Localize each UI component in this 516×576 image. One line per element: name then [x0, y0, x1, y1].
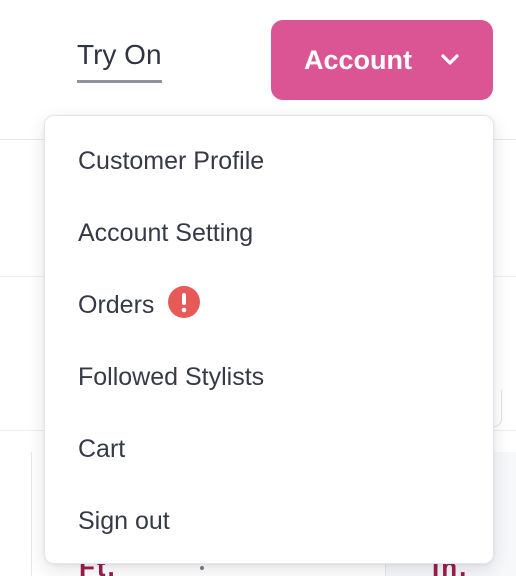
account-button-label: Account	[304, 45, 412, 75]
menu-item-label: Sign out	[78, 507, 170, 535]
menu-item-label: Followed Stylists	[78, 363, 265, 391]
account-menu-button[interactable]: Account	[271, 20, 493, 100]
menu-item-cart[interactable]: Cart	[45, 413, 493, 485]
menu-item-sign-out[interactable]: Sign out	[45, 485, 493, 557]
background-card-edge	[493, 390, 502, 427]
menu-item-label: Cart	[78, 435, 126, 463]
menu-item-account-setting[interactable]: Account Setting	[45, 197, 493, 269]
account-dropdown-menu: Customer Profile Account Setting Orders …	[44, 115, 494, 564]
menu-item-customer-profile[interactable]: Customer Profile	[45, 125, 493, 197]
menu-item-label: Customer Profile	[78, 147, 265, 175]
background-dot	[200, 566, 204, 570]
menu-item-orders[interactable]: Orders	[45, 269, 493, 341]
menu-item-label: Orders	[78, 291, 155, 319]
menu-item-label: Account Setting	[78, 219, 254, 247]
chevron-down-icon	[441, 54, 459, 65]
menu-item-followed-stylists[interactable]: Followed Stylists	[45, 341, 493, 413]
alert-icon	[168, 286, 201, 318]
nav-try-on-link[interactable]: Try On	[77, 38, 162, 83]
page: Ft. In. Try On Account Customer Profile …	[0, 0, 516, 576]
background-column-divider	[31, 452, 32, 576]
